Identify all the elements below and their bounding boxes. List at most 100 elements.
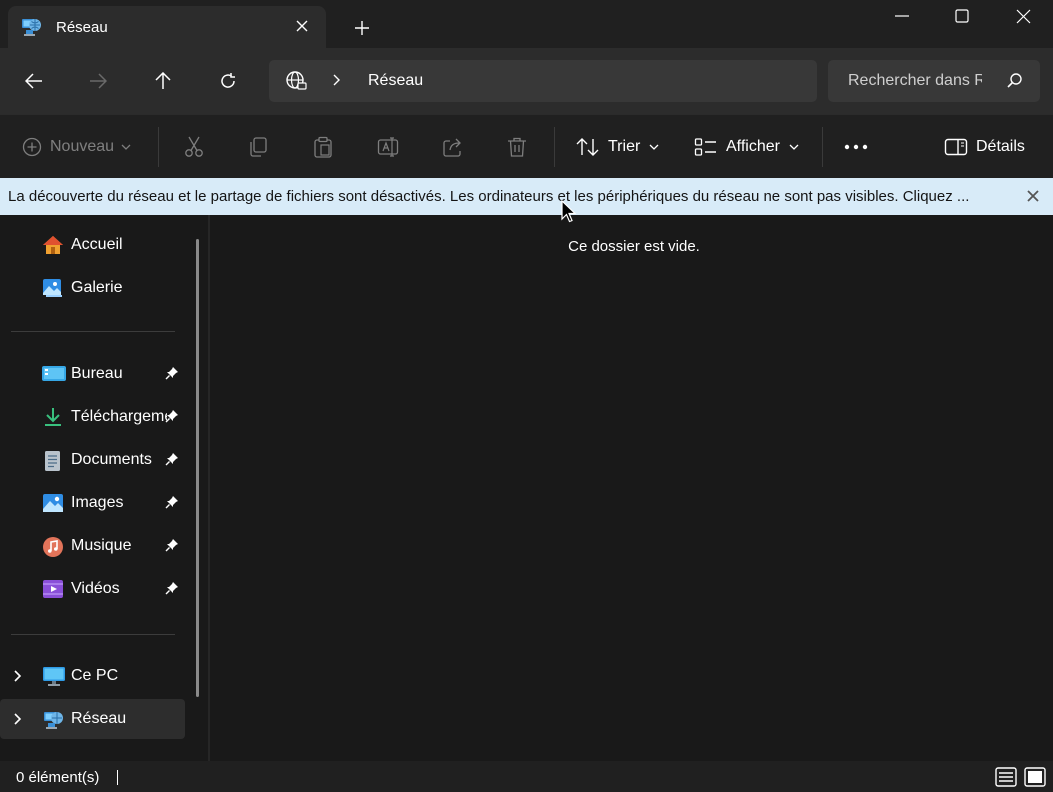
close-window-button[interactable] bbox=[993, 0, 1053, 32]
status-divider bbox=[117, 770, 118, 785]
back-button[interactable] bbox=[18, 65, 50, 97]
address-bar[interactable]: Réseau bbox=[269, 60, 817, 102]
sidebar-item-telechargements[interactable]: Téléchargements bbox=[0, 397, 185, 437]
pc-icon bbox=[42, 666, 66, 692]
sidebar-item-label: Téléchargements bbox=[71, 408, 167, 425]
search-icon bbox=[1006, 72, 1024, 94]
tab-title: Réseau bbox=[56, 19, 108, 36]
tab-reseau[interactable]: Réseau bbox=[8, 6, 326, 48]
pin-icon[interactable] bbox=[165, 409, 179, 427]
sidebar-scrollbar[interactable] bbox=[196, 239, 199, 697]
sidebar-item-reseau[interactable]: Réseau bbox=[0, 699, 185, 739]
mouse-pointer-icon bbox=[561, 199, 577, 228]
rename-icon bbox=[377, 137, 399, 157]
details-view-icon bbox=[995, 767, 1017, 787]
desktop-folder-icon bbox=[42, 364, 66, 386]
close-icon bbox=[1027, 190, 1039, 202]
gallery-icon bbox=[42, 278, 64, 302]
network-discovery-infobar[interactable]: La découverte du réseau et le partage de… bbox=[0, 178, 1053, 215]
sidebar-item-label: Galerie bbox=[71, 279, 123, 296]
tiles-view-icon bbox=[1024, 767, 1046, 787]
forward-button[interactable] bbox=[82, 65, 114, 97]
empty-folder-message: Ce dossier est vide. bbox=[568, 238, 700, 255]
network-icon bbox=[42, 709, 66, 735]
chevron-right-icon[interactable] bbox=[12, 668, 24, 688]
paste-button[interactable] bbox=[313, 133, 333, 161]
trash-icon bbox=[508, 137, 526, 157]
arrow-left-icon bbox=[25, 73, 42, 89]
new-button[interactable]: Nouveau bbox=[22, 133, 132, 161]
toolbar-divider bbox=[554, 127, 555, 167]
close-icon bbox=[1016, 9, 1030, 23]
copy-button[interactable] bbox=[248, 133, 268, 161]
close-icon bbox=[296, 20, 308, 32]
pin-icon[interactable] bbox=[165, 452, 179, 470]
file-list-area[interactable]: Ce dossier est vide. bbox=[212, 215, 1053, 761]
infobar-message[interactable]: La découverte du réseau et le partage de… bbox=[8, 188, 969, 205]
pin-icon[interactable] bbox=[165, 538, 179, 556]
search-input[interactable]: Rechercher dans Réseau bbox=[828, 60, 1040, 102]
share-button[interactable] bbox=[442, 133, 464, 161]
details-button[interactable]: Détails bbox=[944, 133, 1025, 161]
delete-button[interactable] bbox=[507, 133, 527, 161]
documents-icon bbox=[42, 450, 62, 476]
toolbar-divider bbox=[822, 127, 823, 167]
more-options-button[interactable] bbox=[844, 133, 868, 161]
download-icon bbox=[42, 407, 64, 431]
up-button[interactable] bbox=[147, 65, 179, 97]
details-pane-icon bbox=[944, 138, 968, 156]
breadcrumb[interactable]: Réseau bbox=[368, 72, 423, 90]
network-globe-icon bbox=[285, 70, 307, 96]
sidebar-item-label: Bureau bbox=[71, 365, 123, 382]
refresh-button[interactable] bbox=[212, 65, 244, 97]
sidebar-item-accueil[interactable]: Accueil bbox=[0, 225, 185, 265]
chevron-right-icon[interactable] bbox=[12, 711, 24, 731]
pin-icon[interactable] bbox=[165, 495, 179, 513]
refresh-icon bbox=[221, 73, 235, 88]
chevron-down-icon bbox=[649, 144, 659, 150]
sidebar-item-ce-pc[interactable]: Ce PC bbox=[0, 656, 185, 696]
status-bar: 0 élément(s) bbox=[0, 761, 1053, 792]
images-icon bbox=[42, 493, 64, 517]
minimize-button[interactable] bbox=[872, 0, 932, 32]
sidebar-item-bureau[interactable]: Bureau bbox=[0, 354, 185, 394]
address-row: Réseau Rechercher dans Réseau bbox=[0, 48, 1053, 114]
cut-button[interactable] bbox=[184, 133, 204, 161]
more-icon bbox=[844, 144, 868, 150]
plus-icon bbox=[355, 21, 369, 35]
chevron-down-icon bbox=[121, 144, 131, 150]
sidebar-item-label: Vidéos bbox=[71, 580, 120, 597]
sidebar-item-musique[interactable]: Musique bbox=[0, 526, 185, 566]
pin-icon[interactable] bbox=[165, 581, 179, 599]
share-icon bbox=[443, 138, 461, 157]
close-tab-button[interactable] bbox=[290, 14, 314, 38]
sidebar-item-label: Réseau bbox=[71, 710, 127, 727]
details-view-button[interactable] bbox=[995, 766, 1017, 788]
sidebar-item-label: Accueil bbox=[71, 236, 123, 253]
music-icon bbox=[42, 536, 64, 562]
new-button-label: Nouveau bbox=[50, 138, 115, 155]
infobar-close-button[interactable] bbox=[1024, 187, 1042, 205]
toolbar-divider bbox=[158, 127, 159, 167]
sidebar-item-documents[interactable]: Documents bbox=[0, 440, 185, 480]
maximize-button[interactable] bbox=[932, 0, 992, 32]
sidebar-item-label: Ce PC bbox=[71, 667, 119, 684]
view-button[interactable]: Afficher bbox=[694, 133, 800, 161]
sort-button[interactable]: Trier bbox=[576, 133, 660, 161]
pin-icon[interactable] bbox=[165, 366, 179, 384]
home-icon bbox=[42, 235, 64, 259]
large-icons-view-button[interactable] bbox=[1024, 766, 1046, 788]
sidebar-item-galerie[interactable]: Galerie bbox=[0, 268, 185, 308]
sidebar-item-videos[interactable]: Vidéos bbox=[0, 569, 185, 609]
sidebar-item-images[interactable]: Images bbox=[0, 483, 185, 523]
copy-icon bbox=[250, 137, 267, 157]
plus-circle-icon bbox=[22, 137, 42, 157]
sidebar-divider bbox=[11, 331, 175, 332]
new-tab-button[interactable] bbox=[348, 14, 376, 42]
network-icon bbox=[20, 16, 44, 42]
rename-button[interactable] bbox=[377, 133, 399, 161]
view-list-icon bbox=[694, 138, 716, 156]
details-button-label: Détails bbox=[976, 138, 1025, 155]
scissors-icon bbox=[185, 136, 203, 157]
sidebar-item-label: Images bbox=[71, 494, 124, 511]
